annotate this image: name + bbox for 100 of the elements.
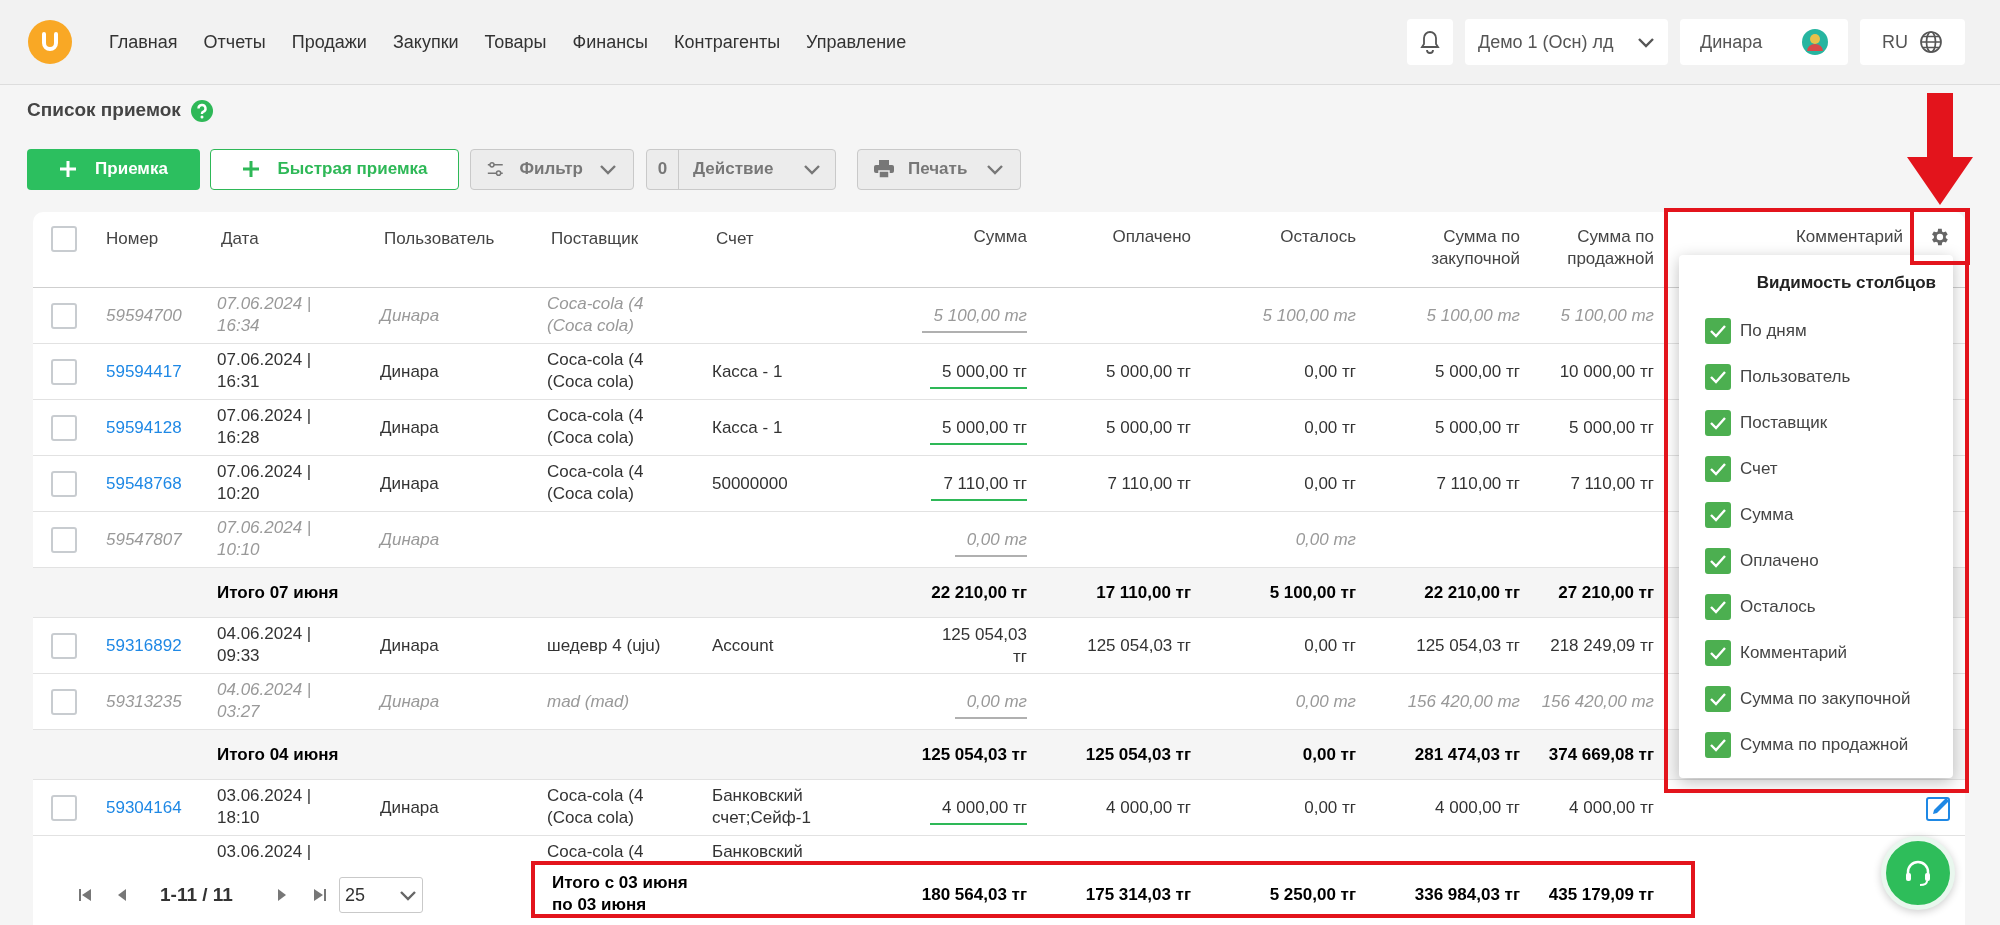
checkbox[interactable] (1705, 731, 1731, 758)
column-header[interactable]: Пользователь (384, 229, 495, 248)
date-text: 03.06.2024 | (217, 841, 313, 863)
checkbox[interactable] (51, 414, 77, 441)
nav-link[interactable]: Отчеты (203, 28, 266, 56)
notifications-button[interactable] (1407, 19, 1453, 65)
action-control[interactable]: 0 Действие (646, 148, 836, 190)
document-link[interactable]: 59316892 (106, 635, 182, 655)
checkbox[interactable] (1705, 639, 1731, 666)
checkbox[interactable] (51, 794, 77, 821)
column-header[interactable]: Сумма по закупочной (1410, 226, 1520, 270)
check-icon (1709, 599, 1727, 614)
nav-link[interactable]: Товары (484, 28, 547, 56)
user-name: Динара (380, 634, 439, 657)
subtotal-label: Итого 04 июня (217, 744, 339, 764)
nav-link[interactable]: Контрагенты (674, 28, 781, 56)
column-header[interactable]: Сумма (973, 226, 1027, 248)
checkbox[interactable] (51, 470, 77, 497)
user-name: Динара (380, 796, 439, 819)
document-link[interactable]: 59304164 (106, 797, 182, 817)
plus-icon (59, 160, 78, 178)
sum-amount: 5 000,00 тг (930, 416, 1027, 445)
column-option[interactable]: Пользователь (1740, 363, 1851, 390)
column-option[interactable]: Сумма по продажной (1740, 731, 1909, 758)
supplier-name: Coca-cola (4 (Coca cola) (547, 348, 645, 393)
checkbox[interactable] (1705, 685, 1731, 712)
column-option[interactable]: Комментарий (1740, 639, 1848, 666)
column-header[interactable]: Счет (716, 229, 754, 248)
supplier-name: Coca-cola (4 (Coca cola) (547, 460, 645, 505)
column-header[interactable]: Дата (221, 229, 259, 248)
print-button[interactable]: Печать (857, 148, 1021, 190)
checkbox[interactable] (51, 358, 77, 385)
column-option[interactable]: Сумма по закупочной (1740, 685, 1911, 712)
checkbox[interactable] (1705, 547, 1731, 574)
plus-icon (241, 160, 260, 178)
avatar-icon (1802, 29, 1828, 55)
document-link[interactable]: 59594417 (106, 361, 182, 381)
date-text: 04.06.2024 | 09:33 (217, 622, 313, 667)
amount-text: 0,00 тг (1295, 528, 1356, 551)
column-header[interactable]: Оплачено (1112, 226, 1191, 248)
language-button[interactable]: RU (1860, 19, 1965, 65)
column-option[interactable]: Оплачено (1740, 547, 1819, 574)
column-option[interactable]: Счет (1740, 455, 1778, 482)
checkbox[interactable] (51, 688, 77, 715)
column-header[interactable]: Комментарий (1795, 226, 1903, 248)
check-icon (1709, 507, 1727, 522)
account-name: Банковский (712, 841, 804, 863)
supplier-name: шедевр 4 (uju) (547, 634, 662, 657)
edit-icon[interactable] (1926, 794, 1952, 821)
sum-amount: 0,00 тг (954, 528, 1027, 557)
nav-link[interactable]: Продажи (291, 28, 367, 56)
last-page-icon[interactable] (312, 888, 327, 902)
chevron-down-icon (1637, 36, 1655, 48)
nav-link[interactable]: Управление (806, 28, 907, 56)
nav-link[interactable]: Финансы (572, 28, 649, 56)
document-number: 59594700 (106, 305, 182, 325)
column-header[interactable]: Сумма по продажной (1564, 226, 1654, 270)
column-header[interactable]: Осталось (1280, 226, 1356, 248)
column-option[interactable]: Сумма (1740, 501, 1794, 528)
total-amount: 22 210,00 тг (1424, 581, 1520, 604)
document-link[interactable]: 59594128 (106, 417, 182, 437)
action-button[interactable]: Действие (679, 156, 835, 182)
checkbox[interactable] (51, 226, 77, 252)
subtotal-label: Итого 07 июня (217, 582, 339, 602)
checkbox[interactable] (51, 526, 77, 553)
nav-link[interactable]: Главная (109, 28, 178, 56)
total-amount: 125 054,03 тг (1085, 743, 1191, 766)
first-page-icon[interactable] (78, 888, 92, 902)
supplier-name: Coca-cola (4 (Coca cola) (547, 404, 645, 449)
check-icon (1709, 415, 1727, 430)
logo-icon[interactable] (28, 20, 72, 64)
checkbox[interactable] (1705, 501, 1731, 528)
checkbox[interactable] (1705, 593, 1731, 620)
account-name: Касса - 1 (712, 360, 784, 383)
help-icon[interactable] (190, 99, 213, 122)
check-icon (1709, 461, 1727, 476)
checkbox[interactable] (51, 632, 77, 659)
checkbox[interactable] (51, 302, 77, 329)
column-option[interactable]: Поставщик (1740, 409, 1828, 436)
column-header[interactable]: Номер (106, 229, 159, 248)
amount-text: 5 000,00 тг (1106, 360, 1191, 383)
document-link[interactable]: 59548768 (106, 473, 182, 493)
total-amount: 22 210,00 тг (931, 581, 1027, 604)
user-menu-button[interactable]: Динара (1680, 19, 1848, 65)
company-dropdown[interactable]: Демо 1 (Осн) лд (1465, 19, 1668, 65)
column-option[interactable]: По дням (1740, 317, 1807, 344)
checkbox[interactable] (1705, 455, 1731, 482)
page-size-select[interactable]: 25 (338, 877, 423, 913)
amount-text: 5 100,00 тг (1262, 304, 1356, 327)
column-header[interactable]: Поставщик (551, 229, 639, 248)
sum-amount: 7 110,00 тг (931, 472, 1027, 501)
filter-button[interactable]: Фильтр (470, 148, 634, 190)
checkbox[interactable] (1705, 363, 1731, 390)
amount-text: 156 420,00 тг (1541, 690, 1654, 713)
column-option[interactable]: Осталось (1740, 593, 1816, 620)
printer-icon (874, 160, 894, 178)
nav-link[interactable]: Закупки (392, 28, 459, 56)
headset-icon (1903, 858, 1933, 888)
checkbox[interactable] (1705, 409, 1731, 436)
checkbox[interactable] (1705, 317, 1731, 344)
